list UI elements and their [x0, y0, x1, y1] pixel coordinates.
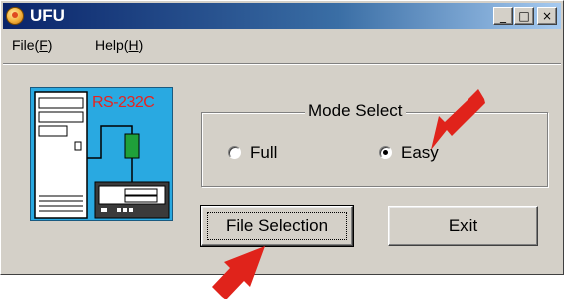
radio-easy-circle[interactable]: [379, 146, 392, 159]
minimize-button[interactable]: _: [493, 7, 513, 25]
close-button[interactable]: ×: [537, 7, 557, 25]
radio-full-label[interactable]: Full: [250, 143, 277, 163]
app-icon[interactable]: [6, 7, 24, 25]
mode-select-title: Mode Select: [305, 101, 406, 121]
menu-separator: [3, 63, 561, 65]
menu-file-suffix: ): [47, 37, 53, 53]
radio-selected-dot: [383, 150, 388, 155]
menu-file[interactable]: File(F): [12, 37, 52, 53]
title-bar[interactable]: UFU _ □ ×: [3, 3, 561, 29]
app-window: UFU _ □ × File(F) Help(H) RS-232C Mode S…: [0, 0, 564, 275]
menu-help-hotkey: H: [128, 37, 139, 53]
menu-help-prefix: Help(: [95, 37, 129, 53]
menu-file-prefix: File(: [12, 37, 40, 53]
menu-help-suffix: ): [138, 37, 144, 53]
menu-file-hotkey: F: [39, 37, 48, 53]
menu-help[interactable]: Help(H): [95, 37, 143, 53]
maximize-button[interactable]: □: [514, 7, 534, 25]
file-selection-button[interactable]: File Selection: [200, 205, 354, 247]
radio-full-circle[interactable]: [228, 146, 241, 159]
file-selection-button-label: File Selection: [225, 216, 329, 235]
rs232c-connection-illustration: RS-232C: [30, 87, 173, 221]
exit-button-label: Exit: [448, 216, 478, 235]
radio-easy-label[interactable]: Easy: [401, 143, 439, 163]
rs232c-label: RS-232C: [92, 94, 155, 111]
exit-button[interactable]: Exit: [388, 206, 538, 246]
window-title: UFU: [30, 6, 65, 25]
